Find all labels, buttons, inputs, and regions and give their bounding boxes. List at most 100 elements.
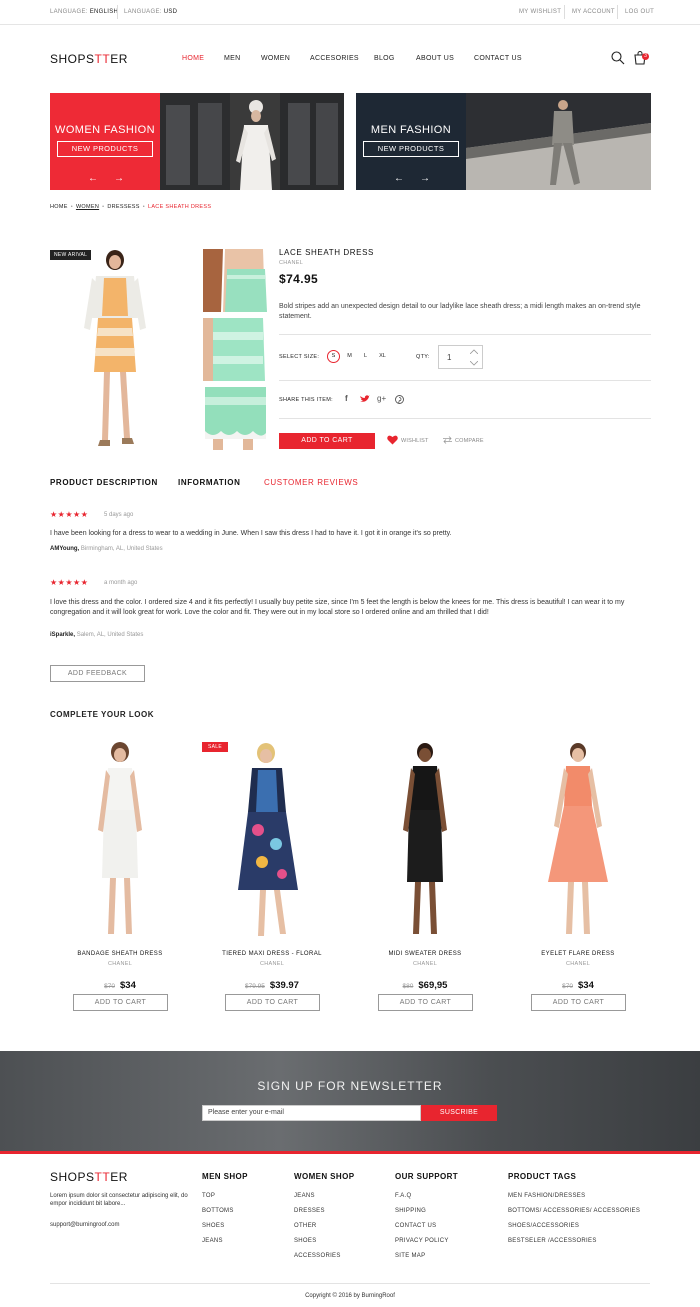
- breadcrumb-home[interactable]: HOME: [50, 204, 68, 210]
- breadcrumb-women[interactable]: WOMEN: [76, 204, 99, 210]
- product-card-image[interactable]: [50, 740, 190, 943]
- nav-contact-us[interactable]: CONTACT US: [474, 55, 522, 62]
- new-products-button[interactable]: NEW PRODUCTS: [363, 141, 459, 157]
- quantity-stepper[interactable]: 1: [438, 345, 483, 369]
- tab-product-description[interactable]: PRODUCT DESCRIPTION: [50, 478, 158, 487]
- new-products-button[interactable]: NEW PRODUCTS: [57, 141, 153, 157]
- product-description: Bold stripes add an unexpected design de…: [279, 303, 641, 320]
- product-main-image[interactable]: [60, 248, 170, 450]
- google-plus-icon[interactable]: g+: [377, 394, 386, 403]
- pinterest-icon[interactable]: [395, 395, 404, 404]
- product-thumbnail-2[interactable]: [203, 318, 268, 381]
- footer-link[interactable]: DRESSES: [294, 1208, 325, 1214]
- add-feedback-button[interactable]: ADD FEEDBACK: [50, 665, 145, 682]
- nav-about-us[interactable]: ABOUT US: [416, 55, 454, 62]
- currency-selector[interactable]: LANGUAGE: USD: [124, 9, 177, 15]
- breadcrumb-dresses[interactable]: DRESSESS: [107, 204, 139, 210]
- tab-customer-reviews[interactable]: CUSTOMER REVIEWS: [264, 478, 358, 487]
- tab-information[interactable]: INFORMATION: [178, 478, 240, 487]
- product-card-image[interactable]: [355, 740, 495, 943]
- quantity-value[interactable]: 1: [447, 353, 451, 362]
- product-card-image[interactable]: [508, 740, 648, 943]
- size-option-xl[interactable]: XL: [376, 350, 389, 363]
- qty-label: QTY:: [416, 354, 430, 360]
- footer-heading-women-shop: WOMEN SHOP: [294, 1172, 355, 1181]
- product-card-image[interactable]: [202, 740, 342, 943]
- product-card[interactable]: BANDAGE SHEATH DRESS CHANEL $70 $34 ADD T…: [50, 740, 190, 1015]
- footer-link[interactable]: SHOES/ACCESSORIES: [508, 1223, 579, 1229]
- arrow-right-icon[interactable]: →: [420, 173, 430, 184]
- men-fashion-banner[interactable]: MEN FASHION NEW PRODUCTS ← →: [356, 93, 651, 190]
- footer-link[interactable]: JEANS: [202, 1238, 223, 1244]
- size-option-l[interactable]: L: [359, 350, 372, 363]
- footer-link[interactable]: OTHER: [294, 1223, 317, 1229]
- wishlist-link[interactable]: WISHLIST: [401, 438, 429, 444]
- arrow-left-icon[interactable]: ←: [394, 173, 404, 184]
- footer-support-email[interactable]: support@burningroof.com: [50, 1222, 119, 1228]
- nav-home[interactable]: HOME: [182, 55, 204, 62]
- my-account-link[interactable]: MY ACCOUNT: [572, 9, 615, 15]
- share-label: SHARE THIS ITEM:: [279, 397, 333, 403]
- footer-link[interactable]: ACCESSORIES: [294, 1253, 341, 1259]
- footer-link[interactable]: SHIPPING: [395, 1208, 426, 1214]
- product-card[interactable]: EYELET FLARE DRESS CHANEL $70 $34 ADD TO …: [508, 740, 648, 1015]
- nav-blog[interactable]: BLOG: [374, 55, 395, 62]
- review-rating-stars: ★★★★★: [50, 510, 89, 519]
- footer-link[interactable]: SHOES: [202, 1223, 225, 1229]
- product-thumbnail-3[interactable]: [203, 387, 268, 450]
- footer-link[interactable]: SITE MAP: [395, 1253, 425, 1259]
- twitter-icon[interactable]: [360, 395, 370, 403]
- size-option-m[interactable]: M: [343, 350, 356, 363]
- heart-icon[interactable]: [387, 435, 398, 445]
- cart-count-badge: 3: [642, 53, 649, 60]
- language-selector[interactable]: LANGUAGE: ENGLISH: [50, 9, 118, 15]
- footer-link[interactable]: BOTTOMS: [202, 1208, 234, 1214]
- divider: [279, 334, 651, 335]
- review-text: I love this dress and the color. I order…: [50, 599, 625, 616]
- site-logo[interactable]: SHOPSTTER: [50, 52, 128, 66]
- footer-link[interactable]: BESTSELER /ACCESSORIES: [508, 1238, 597, 1244]
- add-to-cart-button[interactable]: ADD TO CART: [378, 994, 473, 1011]
- product-card-name[interactable]: MIDI SWEATER DRESS: [355, 951, 495, 957]
- search-icon[interactable]: [611, 51, 625, 65]
- add-to-cart-button[interactable]: ADD TO CART: [225, 994, 320, 1011]
- size-option-s[interactable]: S: [327, 350, 340, 363]
- review-date: a month ago: [104, 580, 138, 586]
- product-card-name[interactable]: BANDAGE SHEATH DRESS: [50, 951, 190, 957]
- footer-link[interactable]: TOP: [202, 1193, 215, 1199]
- compare-icon[interactable]: [442, 436, 453, 444]
- arrow-left-icon[interactable]: ←: [88, 173, 98, 184]
- compare-link[interactable]: COMPARE: [455, 438, 484, 444]
- footer-link[interactable]: BOTTOMS/ ACCESSORIES/ ACCESSORIES: [508, 1208, 640, 1214]
- nav-men[interactable]: MEN: [224, 55, 240, 62]
- footer-heading-product-tags: PRODUCT TAGS: [508, 1172, 577, 1181]
- product-card[interactable]: MIDI SWEATER DRESS CHANEL $80 $69,95 ADD …: [355, 740, 495, 1015]
- footer-link[interactable]: PRIVACY POLICY: [395, 1238, 449, 1244]
- product-card-name[interactable]: EYELET FLARE DRESS: [508, 951, 648, 957]
- footer-link[interactable]: MEN FASHION/DRESSES: [508, 1193, 585, 1199]
- footer-link[interactable]: CONTACT US: [395, 1223, 436, 1229]
- add-to-cart-button[interactable]: ADD TO CART: [531, 994, 626, 1011]
- banner-arrows: ← →: [88, 173, 140, 184]
- women-fashion-banner[interactable]: WOMEN FASHION NEW PRODUCTS ← →: [50, 93, 344, 190]
- nav-women[interactable]: WOMEN: [261, 55, 290, 62]
- nav-accesories[interactable]: ACCESORIES: [310, 55, 359, 62]
- my-wishlist-link[interactable]: MY WISHLIST: [519, 9, 561, 15]
- facebook-icon[interactable]: f: [345, 394, 348, 403]
- product-card[interactable]: TIERED MAXI DRESS - FLORAL CHANEL $79.95…: [202, 740, 342, 1015]
- subscribe-button[interactable]: SUSCRIBE: [421, 1105, 497, 1121]
- footer-link[interactable]: JEANS: [294, 1193, 315, 1199]
- arrow-right-icon[interactable]: →: [114, 173, 124, 184]
- footer-logo[interactable]: SHOPSTTER: [50, 1170, 128, 1184]
- footer-link[interactable]: SHOES: [294, 1238, 317, 1244]
- footer-link[interactable]: F.A.Q: [395, 1193, 412, 1199]
- add-to-cart-button[interactable]: ADD TO CART: [73, 994, 168, 1011]
- product-thumbnail-1[interactable]: [203, 249, 268, 312]
- chevron-down-icon[interactable]: [470, 361, 478, 366]
- chevron-up-icon[interactable]: [470, 349, 478, 354]
- newsletter-email-input[interactable]: Please enter your e-mail: [202, 1105, 421, 1121]
- log-out-link[interactable]: LOG OUT: [625, 9, 654, 15]
- add-to-cart-button[interactable]: ADD TO CART: [279, 433, 375, 449]
- banner-title: WOMEN FASHION: [55, 124, 155, 136]
- product-card-name[interactable]: TIERED MAXI DRESS - FLORAL: [202, 951, 342, 957]
